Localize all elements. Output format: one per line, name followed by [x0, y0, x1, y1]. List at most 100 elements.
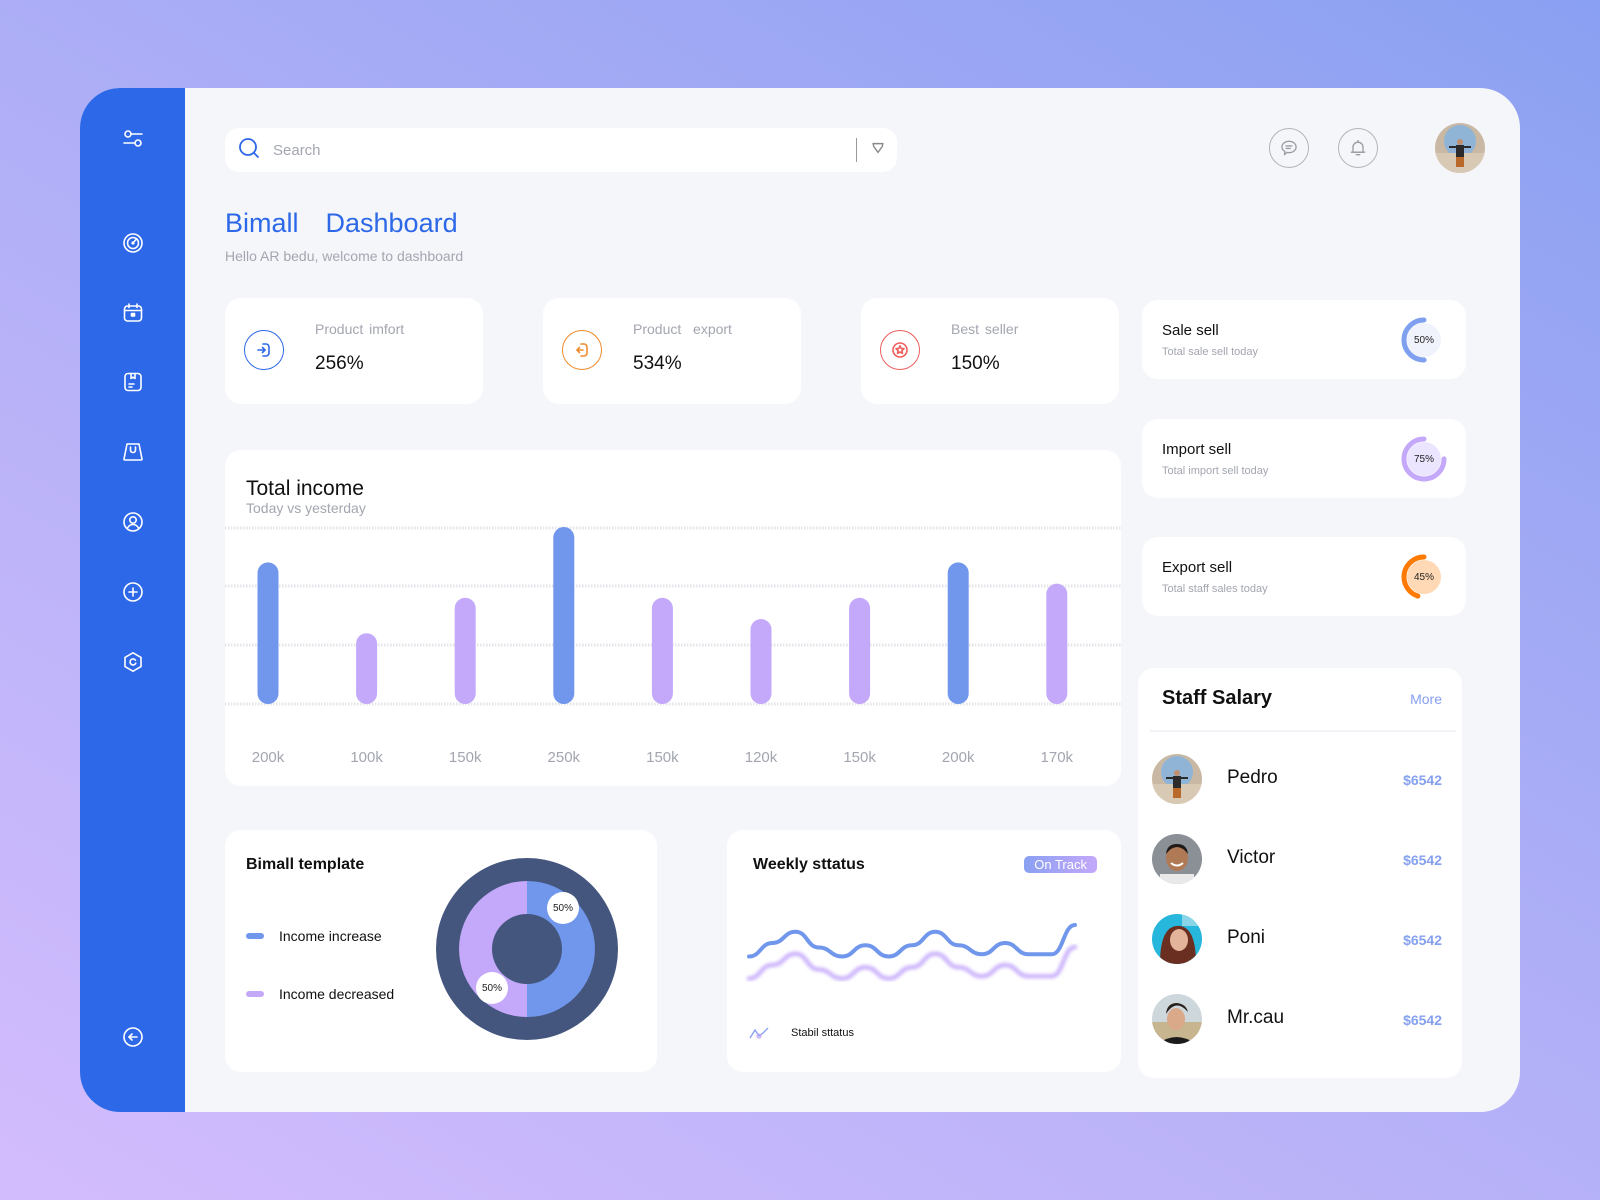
sidebar	[80, 88, 185, 1112]
income-bar[interactable]	[750, 619, 772, 704]
x-tick-label: 150k	[646, 749, 679, 766]
x-tick-label: 200k	[252, 749, 285, 766]
x-tick-label: 250k	[548, 749, 581, 766]
staff-avatar	[1152, 834, 1202, 884]
filter-icon[interactable]	[871, 141, 885, 160]
staff-row[interactable]: Pedro $6542	[1152, 754, 1442, 804]
messages-button[interactable]	[1269, 128, 1309, 168]
notifications-button[interactable]	[1338, 128, 1378, 168]
bell-icon	[1350, 139, 1366, 156]
legend-swatch	[246, 933, 264, 939]
progress-ring: 45%	[1400, 553, 1448, 601]
mini-card-title: Sale sell	[1162, 322, 1219, 339]
progress-ring: 50%	[1400, 316, 1448, 364]
income-subtitle: Today vs yesterday	[246, 500, 366, 516]
template-title: Bimall template	[246, 856, 365, 873]
staff-row[interactable]: Victor $6542	[1152, 834, 1442, 884]
logout-arrow-icon	[122, 1027, 143, 1047]
x-tick-label: 150k	[843, 749, 876, 766]
stat-value: 534%	[633, 353, 682, 374]
staff-amount: $6542	[1403, 772, 1442, 788]
sidebar-item-shop[interactable]	[120, 439, 146, 465]
sliders-icon	[122, 130, 143, 147]
user-icon	[122, 512, 143, 532]
x-tick-label: 150k	[449, 749, 482, 766]
star-badge-icon	[880, 330, 920, 370]
app-window: Bimall Dashboard Hello AR bedu, welcome …	[80, 88, 1520, 1112]
progress-ring-label: 75%	[1413, 453, 1434, 465]
user-avatar[interactable]	[1435, 123, 1485, 173]
mini-card-import-sell[interactable]: Import sell Total import sell today 75%	[1142, 419, 1466, 498]
sidebar-item-dashboard[interactable]	[120, 230, 146, 256]
sidebar-item-calendar[interactable]	[120, 300, 146, 326]
stat-card-product-export[interactable]: Product export 534%	[543, 298, 801, 404]
salary-title: Staff Salary	[1162, 687, 1273, 709]
income-bar[interactable]	[947, 562, 969, 704]
income-bar[interactable]	[1046, 583, 1068, 704]
stat-label: Product imfort	[315, 321, 405, 337]
staff-name: Mr.cau	[1227, 1007, 1285, 1028]
legend-label: Income decreased	[279, 986, 395, 1002]
search-icon[interactable]	[237, 136, 261, 165]
staff-name: Pedro	[1227, 767, 1278, 788]
calendar-icon	[123, 303, 142, 322]
sidebar-item-orders[interactable]	[120, 369, 146, 395]
shopping-bag-icon	[122, 443, 143, 461]
plus-circle-icon	[122, 582, 143, 602]
page-title: Bimall Dashboard	[225, 208, 458, 238]
x-tick-label: 200k	[942, 749, 975, 766]
more-link[interactable]: More	[1410, 691, 1442, 707]
progress-ring: 75%	[1400, 435, 1448, 483]
total-income-card: 200k 100k 150k 250k 150k 120k 150k 200k 170k Tot…	[225, 450, 1121, 786]
sidebar-item-settings[interactable]	[120, 649, 146, 675]
sidebar-item-add[interactable]	[120, 579, 146, 605]
mini-card-title: Export sell	[1162, 559, 1233, 576]
income-bar[interactable]	[454, 597, 476, 704]
hexagon-settings-icon	[123, 652, 142, 672]
donut-label-increase: 50%	[547, 892, 579, 924]
mini-card-title: Import sell	[1162, 441, 1232, 458]
staff-amount: $6542	[1403, 932, 1442, 948]
search-input[interactable]	[273, 141, 856, 159]
progress-ring-label: 50%	[1413, 334, 1434, 346]
logout-button[interactable]	[120, 1024, 146, 1050]
stat-card-best-seller[interactable]: Best seller 150%	[861, 298, 1119, 404]
staff-name: Poni	[1227, 927, 1266, 948]
x-tick-label: 100k	[350, 749, 383, 766]
x-tick-label: 170k	[1041, 749, 1074, 766]
income-title: Total income	[246, 477, 364, 500]
stat-value: 256%	[315, 353, 364, 374]
mini-card-subtitle: Total staff sales today	[1162, 583, 1268, 595]
donut-label-decreased: 50%	[476, 972, 508, 1004]
legend-income-decreased: Income decreased	[246, 986, 394, 1002]
import-icon	[244, 330, 284, 370]
staff-avatar	[1152, 994, 1202, 1044]
income-bar[interactable]	[553, 527, 575, 704]
mini-card-sale-sell[interactable]: Sale sell Total sale sell today 50%	[1142, 300, 1466, 379]
income-bar[interactable]	[849, 597, 871, 704]
sidebar-item-profile[interactable]	[120, 509, 146, 535]
staff-amount: $6542	[1403, 852, 1442, 868]
progress-ring-label: 45%	[1413, 571, 1434, 583]
staff-amount: $6542	[1403, 1012, 1442, 1028]
x-tick-label: 120k	[745, 749, 778, 766]
staff-avatar	[1152, 754, 1202, 804]
page-subtitle: Hello AR bedu, welcome to dashboard	[225, 248, 464, 264]
stat-card-product-import[interactable]: Product imfort 256%	[225, 298, 483, 404]
weekly-status-card: Weekly sttatus On Track Stabil sttatus	[727, 830, 1121, 1072]
income-bar[interactable]	[257, 562, 279, 704]
staff-row[interactable]: Mr.cau $6542	[1152, 994, 1442, 1044]
stat-label: Best seller	[951, 321, 1019, 337]
stat-value: 150%	[951, 353, 1000, 374]
income-bar[interactable]	[356, 633, 378, 704]
weekly-legend-label: Stabil sttatus	[791, 1027, 854, 1039]
staff-row[interactable]: Poni $6542	[1152, 914, 1442, 964]
sidebar-item-filter-settings[interactable]	[120, 126, 146, 152]
export-icon	[562, 330, 602, 370]
staff-salary-card: Staff Salary More Pedro $6542 Victor $65…	[1138, 668, 1462, 1078]
income-bar[interactable]	[651, 597, 673, 704]
legend-income-increase: Income increase	[246, 928, 382, 944]
bimall-template-card: Bimall template Income increase Income d…	[225, 830, 657, 1072]
mini-card-export-sell[interactable]: Export sell Total staff sales today 45%	[1142, 537, 1466, 616]
mini-card-subtitle: Total import sell today	[1162, 465, 1269, 477]
